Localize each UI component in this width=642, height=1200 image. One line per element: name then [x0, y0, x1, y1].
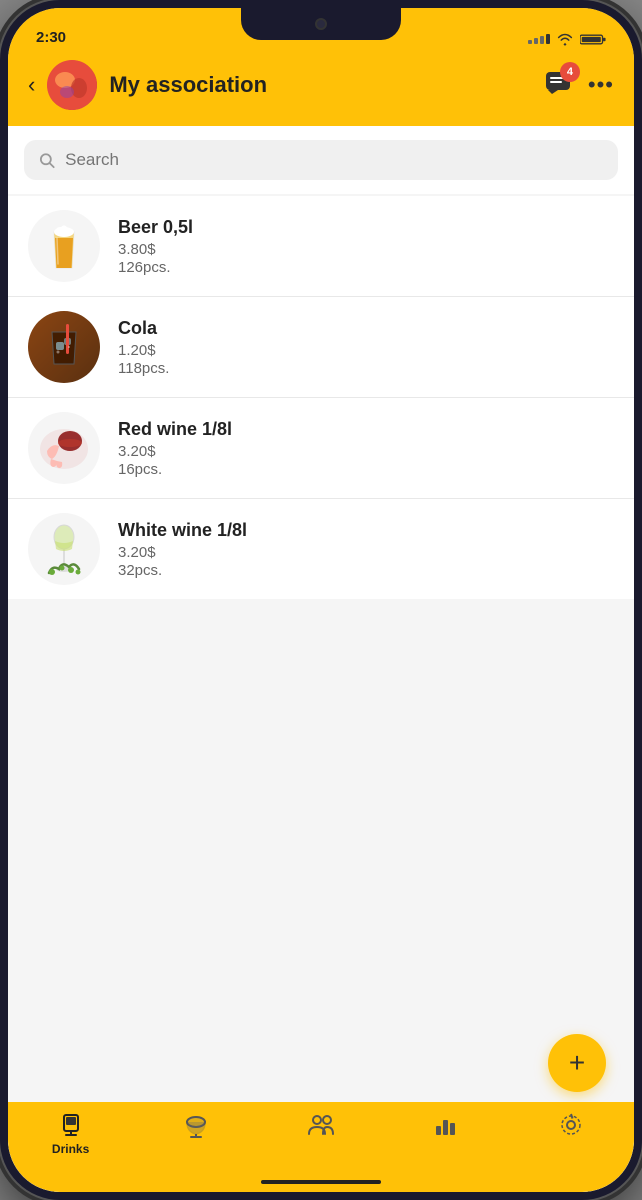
- beer-image: [28, 210, 100, 282]
- cola-image: [28, 311, 100, 383]
- status-time: 2:30: [36, 29, 66, 46]
- search-icon: [38, 151, 55, 169]
- camera: [315, 18, 327, 30]
- notifications-button[interactable]: 4: [544, 70, 572, 101]
- members-icon: [307, 1112, 335, 1138]
- item-stock: 16pcs.: [118, 461, 614, 478]
- battery-icon: [580, 33, 606, 46]
- avatar: [47, 60, 97, 110]
- nav-item-drinks[interactable]: Drinks: [8, 1112, 133, 1156]
- list-item[interactable]: Cola 1.20$ 118pcs.: [8, 297, 634, 398]
- item-stock: 118pcs.: [118, 360, 614, 377]
- item-info: Red wine 1/8l 3.20$ 16pcs.: [118, 419, 614, 478]
- nav-item-stats[interactable]: [384, 1112, 509, 1142]
- search-input[interactable]: [65, 150, 604, 170]
- settings-icon: [558, 1112, 584, 1138]
- page-title: My association: [109, 72, 267, 98]
- item-stock: 32pcs.: [118, 562, 614, 579]
- item-price: 3.80$: [118, 241, 614, 258]
- item-name: White wine 1/8l: [118, 520, 614, 541]
- list-item[interactable]: White wine 1/8l 3.20$ 32pcs.: [8, 499, 634, 599]
- search-box: [24, 140, 618, 180]
- signal-icon: [528, 34, 550, 44]
- header: ‹ My association: [8, 52, 634, 126]
- search-container: [8, 126, 634, 194]
- item-info: White wine 1/8l 3.20$ 32pcs.: [118, 520, 614, 579]
- phone-frame: 2:30: [0, 0, 642, 1200]
- item-price: 3.20$: [118, 544, 614, 561]
- nav-label-drinks: Drinks: [52, 1142, 89, 1156]
- nav-item-food[interactable]: [133, 1112, 258, 1142]
- content-area: Beer 0,5l 3.80$ 126pcs.: [8, 126, 634, 1192]
- items-list: Beer 0,5l 3.80$ 126pcs.: [8, 196, 634, 599]
- nav-item-members[interactable]: [258, 1112, 383, 1142]
- nav-item-settings[interactable]: [509, 1112, 634, 1142]
- more-options-button[interactable]: •••: [588, 72, 614, 98]
- stats-icon: [433, 1112, 459, 1138]
- white-wine-image: [28, 513, 100, 585]
- item-price: 3.20$: [118, 443, 614, 460]
- notch: [241, 8, 401, 40]
- red-wine-image: [28, 412, 100, 484]
- drinks-icon: [58, 1112, 84, 1138]
- back-button[interactable]: ‹: [28, 72, 35, 98]
- notification-badge: 4: [560, 62, 580, 82]
- add-button[interactable]: +: [548, 1034, 606, 1092]
- item-info: Beer 0,5l 3.80$ 126pcs.: [118, 217, 614, 276]
- status-icons: [528, 32, 606, 46]
- bottom-navigation: Drinks: [8, 1102, 634, 1192]
- list-item[interactable]: Red wine 1/8l 3.20$ 16pcs.: [8, 398, 634, 499]
- item-name: Beer 0,5l: [118, 217, 614, 238]
- wifi-icon: [556, 32, 574, 46]
- item-price: 1.20$: [118, 342, 614, 359]
- item-name: Red wine 1/8l: [118, 419, 614, 440]
- list-item[interactable]: Beer 0,5l 3.80$ 126pcs.: [8, 196, 634, 297]
- phone-screen: 2:30: [8, 8, 634, 1192]
- item-info: Cola 1.20$ 118pcs.: [118, 318, 614, 377]
- item-stock: 126pcs.: [118, 259, 614, 276]
- food-icon: [183, 1112, 209, 1138]
- item-name: Cola: [118, 318, 614, 339]
- home-indicator: [261, 1180, 381, 1184]
